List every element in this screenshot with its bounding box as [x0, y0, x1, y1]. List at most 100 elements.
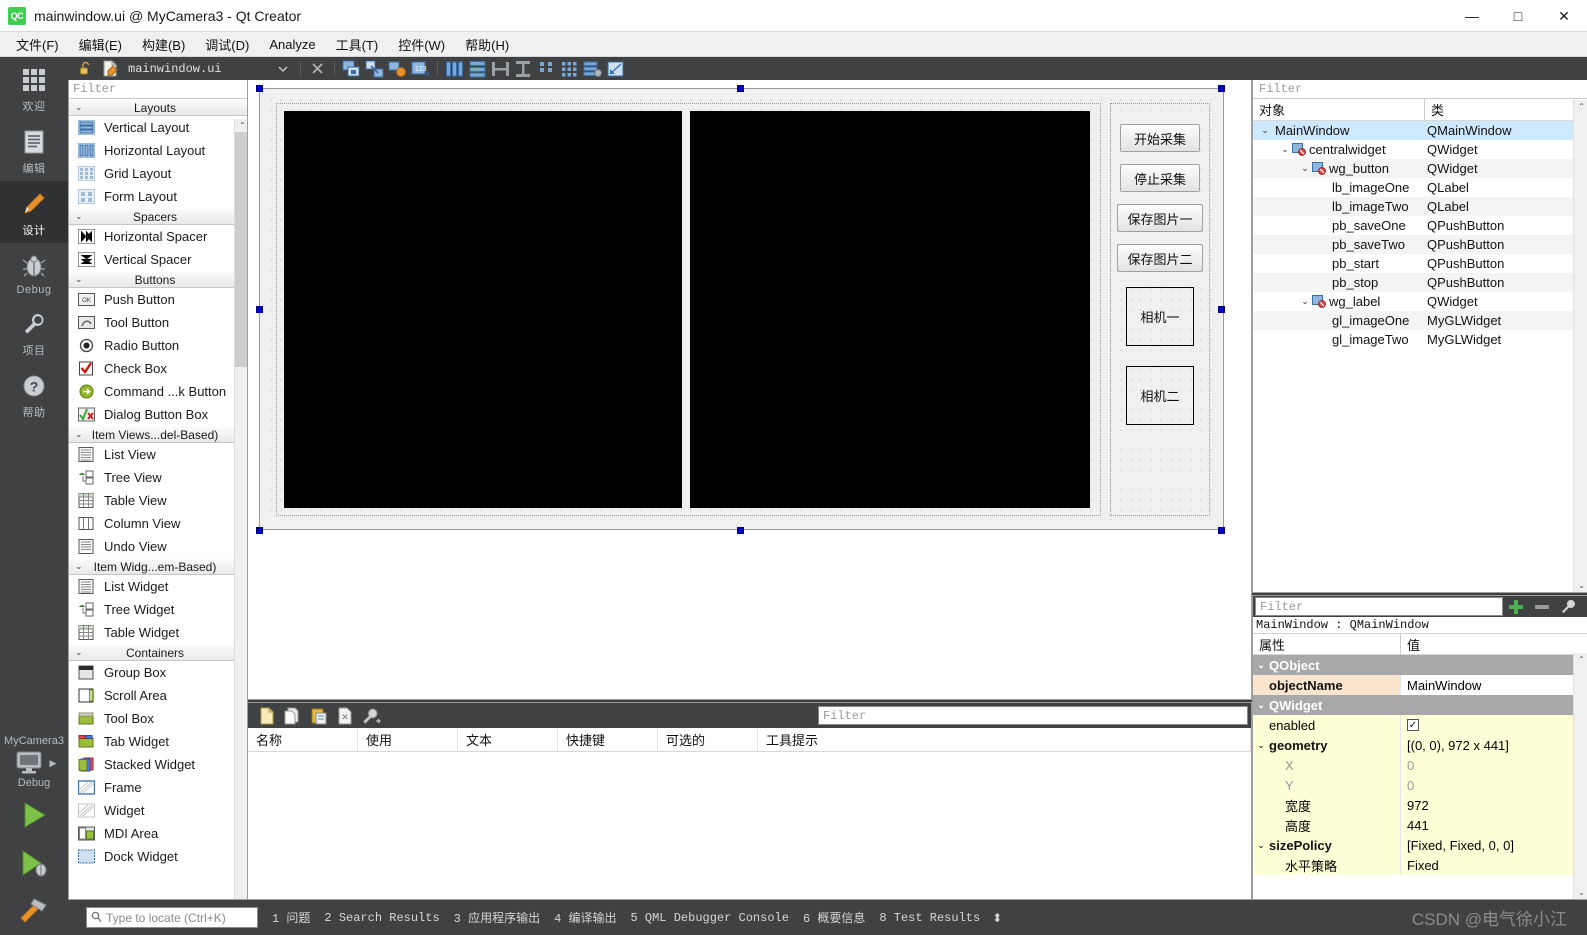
- object-row-lb-imagetwo[interactable]: lb_imageTwo QLabel: [1253, 197, 1587, 216]
- property-row-horizontal-policy[interactable]: 水平策略 Fixed: [1253, 855, 1587, 875]
- pb-save-one-button[interactable]: 保存图片一: [1117, 204, 1203, 232]
- chevron-down-icon[interactable]: ⌄: [1253, 700, 1269, 711]
- chevron-down-icon[interactable]: ⌄: [1299, 296, 1311, 307]
- column-name[interactable]: 名称: [248, 727, 358, 752]
- widget-item-table-view[interactable]: Table View: [69, 489, 247, 512]
- column-value[interactable]: 值: [1401, 634, 1587, 655]
- chevron-down-icon[interactable]: ⌄: [1253, 660, 1269, 671]
- scroll-up-icon[interactable]: ⌃: [1574, 100, 1587, 113]
- property-row-x[interactable]: X 0: [1253, 755, 1587, 775]
- object-row-pb-saveone[interactable]: pb_saveOne QPushButton: [1253, 216, 1587, 235]
- widget-item-table-widget[interactable]: Table Widget: [69, 621, 247, 644]
- widget-item-tab-widget[interactable]: Tab Widget: [69, 730, 247, 753]
- chevron-down-icon[interactable]: ⌄: [1253, 740, 1269, 751]
- edit-tab-order-icon[interactable]: 123: [409, 59, 431, 79]
- layout-splitter-h-icon[interactable]: [489, 59, 511, 79]
- configure-icon[interactable]: [358, 705, 384, 727]
- layout-grid-icon[interactable]: [558, 59, 580, 79]
- property-row-geometry[interactable]: ⌄ geometry [(0, 0), 972 x 441]: [1253, 735, 1587, 755]
- break-layout-icon[interactable]: [581, 59, 603, 79]
- property-group-qwidget[interactable]: ⌄ QWidget: [1253, 695, 1587, 715]
- maximize-button[interactable]: □: [1495, 0, 1541, 32]
- output-pane-app-output[interactable]: 3 应用程序输出: [454, 909, 540, 926]
- widget-item-tool-button[interactable]: Tool Button: [69, 311, 247, 334]
- widget-item-horizontal-spacer[interactable]: Horizontal Spacer: [69, 225, 247, 248]
- object-row-pb-start[interactable]: pb_start QPushButton: [1253, 254, 1587, 273]
- output-pane-search-results[interactable]: 2 Search Results: [324, 911, 439, 925]
- scroll-up-icon[interactable]: ⌃: [235, 119, 247, 132]
- column-shortcut[interactable]: 快捷键: [558, 727, 658, 752]
- widget-category-layouts[interactable]: ⌄ Layouts: [69, 99, 247, 116]
- chevron-down-icon[interactable]: ⌄: [1253, 840, 1269, 851]
- edit-signals-icon[interactable]: [363, 59, 385, 79]
- widget-item-vertical-layout[interactable]: Vertical Layout: [69, 116, 247, 139]
- property-row-width[interactable]: 宽度 972: [1253, 795, 1587, 815]
- resize-handle-tr[interactable]: [1218, 85, 1225, 92]
- chevron-down-icon[interactable]: ⌄: [1299, 163, 1311, 174]
- column-checkable[interactable]: 可选的: [658, 727, 758, 752]
- wrench-icon[interactable]: [1555, 596, 1581, 617]
- pb-start-button[interactable]: 开始采集: [1120, 124, 1200, 152]
- widget-item-radio-button[interactable]: Radio Button: [69, 334, 247, 357]
- resize-handle-mr[interactable]: [1218, 306, 1225, 313]
- output-pane-test-results[interactable]: 8 Test Results: [879, 911, 980, 925]
- chevron-down-icon[interactable]: [272, 59, 294, 79]
- widget-item-scroll-area[interactable]: Scroll Area: [69, 684, 247, 707]
- widget-category-spacers[interactable]: ⌄ Spacers: [69, 208, 247, 225]
- widget-category-buttons[interactable]: ⌄ Buttons: [69, 271, 247, 288]
- property-row-height[interactable]: 高度 441: [1253, 815, 1587, 835]
- scroll-down-icon[interactable]: ⌄: [1574, 886, 1587, 899]
- property-editor-scrollbar[interactable]: ⌃ ⌄: [1573, 653, 1587, 899]
- resize-handle-ml[interactable]: [256, 306, 263, 313]
- object-inspector-scrollbar[interactable]: ⌃ ⌄: [1573, 100, 1587, 592]
- action-editor-filter[interactable]: Filter: [818, 706, 1248, 725]
- widget-box-filter[interactable]: Filter: [69, 80, 247, 99]
- menu-widgets[interactable]: 控件(W): [388, 32, 455, 57]
- property-group-qobject[interactable]: ⌄ QObject: [1253, 655, 1587, 675]
- unlock-icon[interactable]: [74, 59, 96, 79]
- chevron-down-icon[interactable]: ⌄: [1279, 144, 1291, 155]
- object-row-lb-imageone[interactable]: lb_imageOne QLabel: [1253, 178, 1587, 197]
- property-value[interactable]: [(0, 0), 972 x 441]: [1401, 735, 1587, 755]
- object-inspector-filter[interactable]: Filter: [1253, 80, 1587, 99]
- lb-image-two-label[interactable]: 相机二: [1126, 366, 1194, 425]
- gl-image-two-widget[interactable]: [690, 111, 1090, 508]
- layout-vertical-icon[interactable]: [466, 59, 488, 79]
- property-value[interactable]: Fixed: [1401, 855, 1587, 875]
- minimize-button[interactable]: —: [1449, 0, 1495, 32]
- edit-buddies-icon[interactable]: [386, 59, 408, 79]
- widget-item-push-button[interactable]: OK Push Button: [69, 288, 247, 311]
- sidebar-item-projects[interactable]: 项目: [0, 301, 68, 363]
- object-row-pb-savetwo[interactable]: pb_saveTwo QPushButton: [1253, 235, 1587, 254]
- widget-item-dialog-button-box[interactable]: Dialog Button Box: [69, 403, 247, 426]
- widget-item-dock-widget[interactable]: Dock Widget: [69, 845, 247, 868]
- sidebar-item-welcome[interactable]: 欢迎: [0, 57, 68, 119]
- widget-item-group-box[interactable]: Group Box: [69, 661, 247, 684]
- widget-item-column-view[interactable]: Column View: [69, 512, 247, 535]
- property-value[interactable]: 0: [1401, 755, 1587, 775]
- output-pane-general-messages[interactable]: 6 概要信息: [803, 909, 865, 926]
- widget-item-check-box[interactable]: Check Box: [69, 357, 247, 380]
- delete-icon[interactable]: ✕: [332, 705, 358, 727]
- menu-debug[interactable]: 调试(D): [195, 32, 259, 57]
- column-tooltip[interactable]: 工具提示: [758, 727, 1251, 752]
- property-value[interactable]: 972: [1401, 795, 1587, 815]
- kit-target-row[interactable]: ▶: [0, 749, 68, 777]
- sidebar-item-help[interactable]: ? 帮助: [0, 363, 68, 425]
- widget-item-form-layout[interactable]: Form Layout: [69, 185, 247, 208]
- object-row-gl-imagetwo[interactable]: gl_imageTwo MyGLWidget: [1253, 330, 1587, 349]
- close-button[interactable]: ✕: [1541, 0, 1587, 32]
- menu-build[interactable]: 构建(B): [132, 32, 195, 57]
- menu-file[interactable]: 文件(F): [6, 32, 69, 57]
- enabled-checkbox[interactable]: ✓: [1407, 719, 1419, 731]
- layout-splitter-v-icon[interactable]: [512, 59, 534, 79]
- open-document-combobox[interactable]: mainwindow.ui: [99, 59, 295, 78]
- widget-category-item-views[interactable]: ⌄ Item Views...del-Based): [69, 426, 247, 443]
- plus-icon[interactable]: [1503, 596, 1529, 617]
- widget-item-horizontal-layout[interactable]: Horizontal Layout: [69, 139, 247, 162]
- property-row-y[interactable]: Y 0: [1253, 775, 1587, 795]
- widget-item-command-link-button[interactable]: Command ...k Button: [69, 380, 247, 403]
- property-value[interactable]: 441: [1401, 815, 1587, 835]
- lb-image-one-label[interactable]: 相机一: [1126, 287, 1194, 346]
- resize-handle-tc[interactable]: [737, 85, 744, 92]
